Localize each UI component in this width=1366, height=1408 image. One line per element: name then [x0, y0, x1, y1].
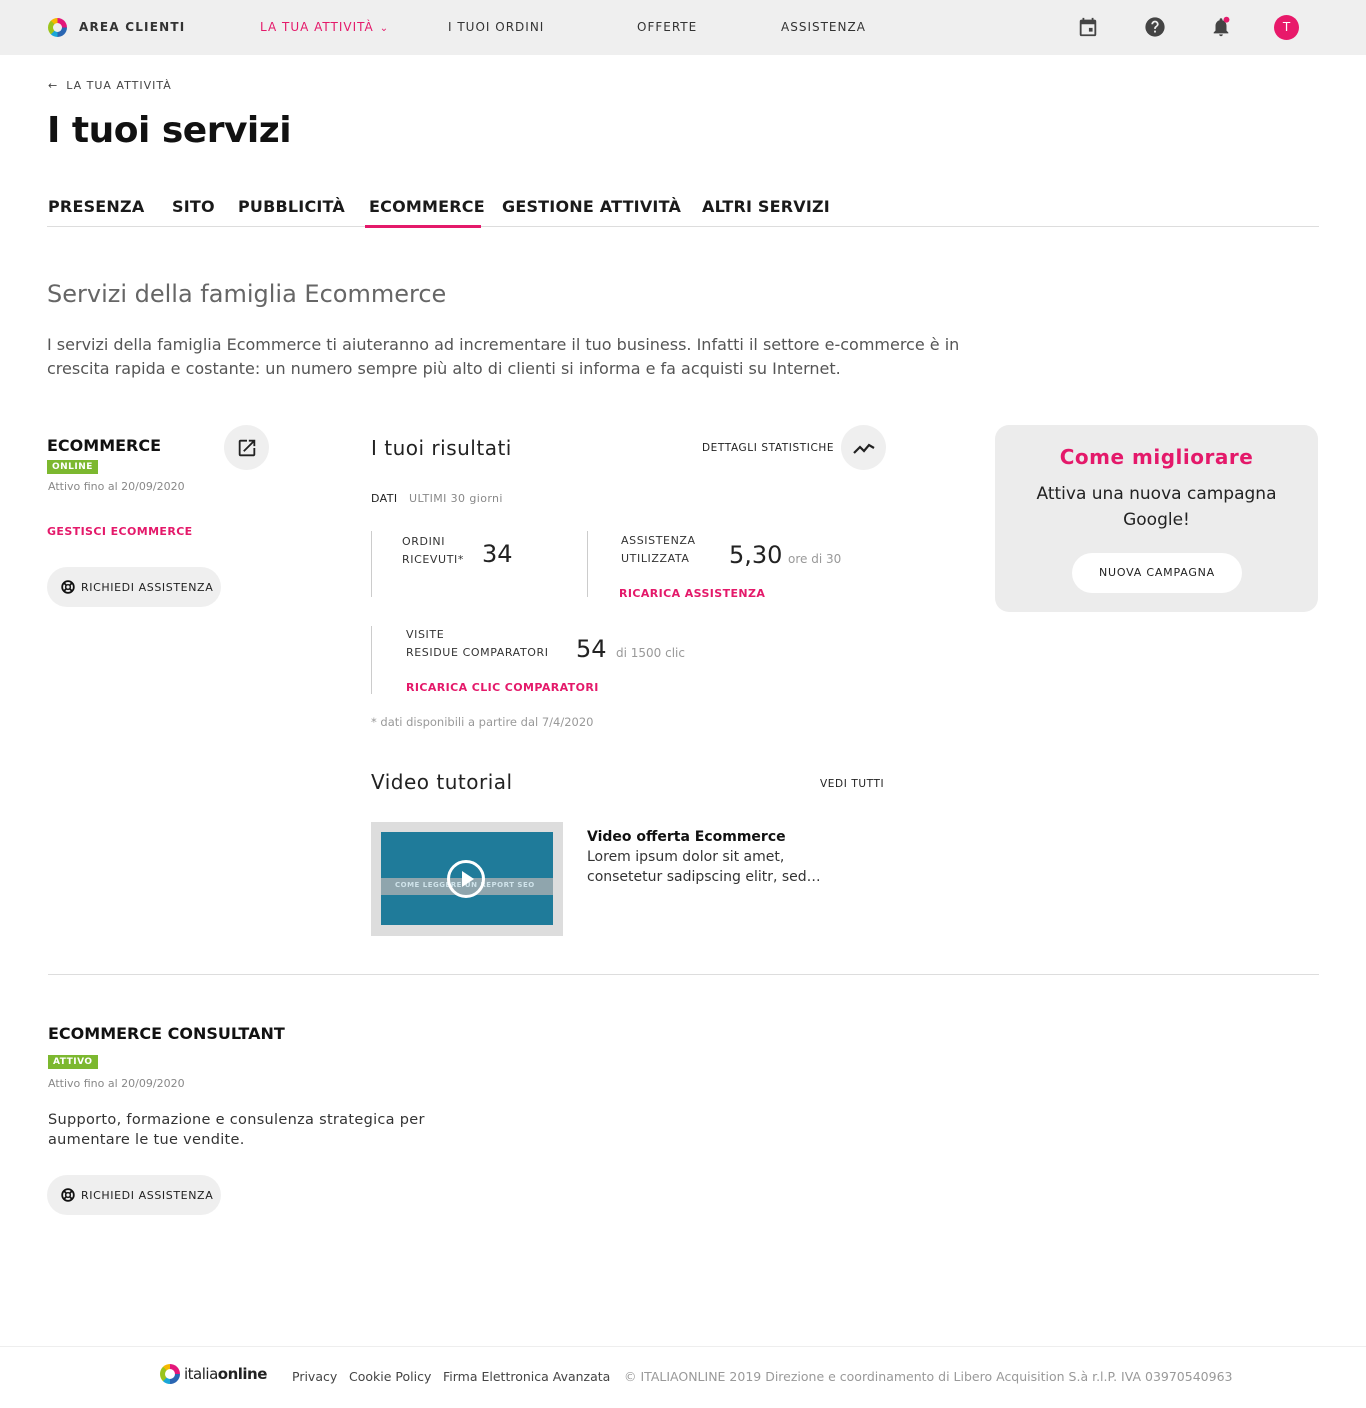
visits-label-line-2: RESIDUE COMPARATORI — [406, 646, 549, 659]
help-icon[interactable] — [1144, 16, 1166, 38]
assistance-sub: ore di 30 — [788, 552, 842, 566]
footer-divider — [0, 1346, 1366, 1347]
footer-brand-light: italia — [184, 1365, 218, 1383]
assistance-value: 5,30 — [729, 541, 783, 569]
breadcrumb[interactable]: ← LA TUA ATTIVITÀ — [48, 79, 172, 92]
orders-label-line-1: ORDINI — [402, 535, 446, 548]
recharge-clicks-link[interactable]: RICARICA CLIC COMPARATORI — [406, 681, 599, 694]
orders-value: 34 — [482, 540, 513, 568]
stats-details-link[interactable]: DETTAGLI STATISTICHE — [702, 442, 834, 454]
tab-ecommerce[interactable]: ECOMMERCE — [369, 197, 485, 216]
chevron-down-icon: ⌄ — [379, 23, 390, 34]
area-clienti-link[interactable]: AREA CLIENTI — [79, 20, 185, 34]
lifebuoy-icon — [61, 580, 75, 594]
consultant-active-until: Attivo fino al 20/09/2020 — [48, 1077, 185, 1090]
improve-text: Attiva una nuova campagna Google! — [1036, 484, 1277, 530]
data-label: DATI — [371, 492, 398, 505]
metric-divider — [587, 531, 588, 597]
status-badge: ATTIVO — [48, 1055, 98, 1069]
section-divider — [48, 974, 1319, 975]
request-assistance-label: RICHIEDI ASSISTENZA — [81, 1188, 214, 1202]
video-thumbnail[interactable]: COME LEGGERE UN REPORT SEO — [371, 822, 563, 936]
calendar-icon[interactable] — [1077, 16, 1099, 38]
footer-link-privacy[interactable]: Privacy — [292, 1369, 337, 1384]
assistance-label-line-2: UTILIZZATA — [621, 552, 690, 565]
recharge-assistance-link[interactable]: RICARICA ASSISTENZA — [619, 587, 765, 600]
italiaonline-logo-icon[interactable] — [48, 18, 67, 37]
manage-ecommerce-link[interactable]: GESTISCI ECOMMERCE — [47, 525, 193, 538]
tab-altri-servizi[interactable]: ALTRI SERVIZI — [702, 197, 830, 216]
nav-i-tuoi-ordini[interactable]: I TUOI ORDINI — [448, 20, 544, 34]
play-icon[interactable] — [447, 860, 485, 898]
italiaonline-logo-icon — [160, 1364, 180, 1384]
open-external-icon — [238, 439, 256, 457]
nav-la-tua-attivita[interactable]: LA TUA ATTIVITÀ ⌄ — [260, 20, 389, 34]
results-title: I tuoi risultati — [371, 436, 512, 460]
top-navigation-bar: AREA CLIENTI LA TUA ATTIVITÀ ⌄ I TUOI ORD… — [0, 0, 1366, 55]
notification-dot — [1223, 16, 1230, 23]
page-title: I tuoi servizi — [47, 110, 292, 151]
consultant-name: ECOMMERCE CONSULTANT — [48, 1024, 285, 1043]
nav-assistenza[interactable]: ASSISTENZA — [781, 20, 866, 34]
active-tab-indicator — [365, 225, 481, 228]
orders-label: ORDINI RICEVUTI* — [402, 533, 464, 569]
video-description: Lorem ipsum dolor sit amet, consetetur s… — [587, 849, 821, 885]
improve-title: Come migliorare — [1059, 445, 1254, 469]
lifebuoy-icon — [61, 1188, 75, 1202]
tab-pubblicita[interactable]: PUBBLICITÀ — [238, 197, 345, 216]
visits-label: VISITE RESIDUE COMPARATORI — [406, 626, 549, 662]
tab-sito[interactable]: SITO — [172, 197, 215, 216]
service-name: ECOMMERCE — [47, 436, 162, 455]
video-name[interactable]: Video offerta Ecommerce — [587, 829, 786, 845]
video-thumbnail-image: COME LEGGERE UN REPORT SEO — [381, 832, 553, 925]
footer-copyright: © ITALIAONLINE 2019 Direzione e coordina… — [624, 1369, 1233, 1384]
status-badge: ONLINE — [47, 460, 98, 474]
avatar[interactable]: T — [1274, 15, 1299, 40]
visits-value: 54 — [576, 635, 607, 663]
section-title: Servizi della famiglia Ecommerce — [47, 280, 447, 308]
trending-icon — [853, 443, 875, 454]
request-assistance-button[interactable]: RICHIEDI ASSISTENZA — [47, 1175, 221, 1215]
visits-label-line-1: VISITE — [406, 628, 445, 641]
arrow-left-icon: ← — [48, 79, 59, 92]
visits-sub: di 1500 clic — [616, 646, 685, 660]
service-active-until: Attivo fino al 20/09/2020 — [48, 480, 185, 493]
tab-presenza[interactable]: PRESENZA — [48, 197, 144, 216]
footer-brand: italiaonline — [184, 1365, 267, 1383]
breadcrumb-label: LA TUA ATTIVITÀ — [66, 79, 172, 92]
new-campaign-button[interactable]: NUOVA CAMPAGNA — [1072, 553, 1242, 593]
results-footnote: * dati disponibili a partire dal 7/4/202… — [371, 715, 594, 729]
section-description: I servizi della famiglia Ecommerce ti ai… — [47, 335, 960, 378]
improve-card: Come migliorare Attiva una nuova campagn… — [995, 425, 1318, 612]
footer-brand-bold: online — [217, 1365, 268, 1383]
video-section-title: Video tutorial — [371, 770, 513, 794]
consultant-description: Supporto, formazione e consulenza strate… — [48, 1112, 425, 1148]
tab-gestione-attivita[interactable]: GESTIONE ATTIVITÀ — [502, 197, 681, 216]
stats-details-button[interactable] — [841, 425, 886, 470]
orders-label-line-2: RICEVUTI* — [402, 553, 464, 566]
data-period: ULTIMI 30 giorni — [409, 492, 503, 505]
request-assistance-button[interactable]: RICHIEDI ASSISTENZA — [47, 567, 221, 607]
nav-la-tua-attivita-label: LA TUA ATTIVITÀ — [260, 20, 374, 34]
metric-divider — [371, 531, 372, 597]
metric-divider — [371, 626, 372, 694]
footer-link-firma-elettronica[interactable]: Firma Elettronica Avanzata — [443, 1369, 610, 1384]
open-external-button[interactable] — [224, 425, 269, 470]
nav-offerte[interactable]: OFFERTE — [637, 20, 697, 34]
see-all-videos-link[interactable]: VEDI TUTTI — [820, 778, 884, 790]
assistance-label: ASSISTENZA UTILIZZATA — [621, 532, 696, 568]
footer-link-cookie-policy[interactable]: Cookie Policy — [349, 1369, 431, 1384]
assistance-label-line-1: ASSISTENZA — [621, 534, 696, 547]
bell-icon[interactable] — [1210, 16, 1232, 38]
request-assistance-label: RICHIEDI ASSISTENZA — [81, 580, 214, 594]
tabs-divider — [47, 226, 1319, 227]
